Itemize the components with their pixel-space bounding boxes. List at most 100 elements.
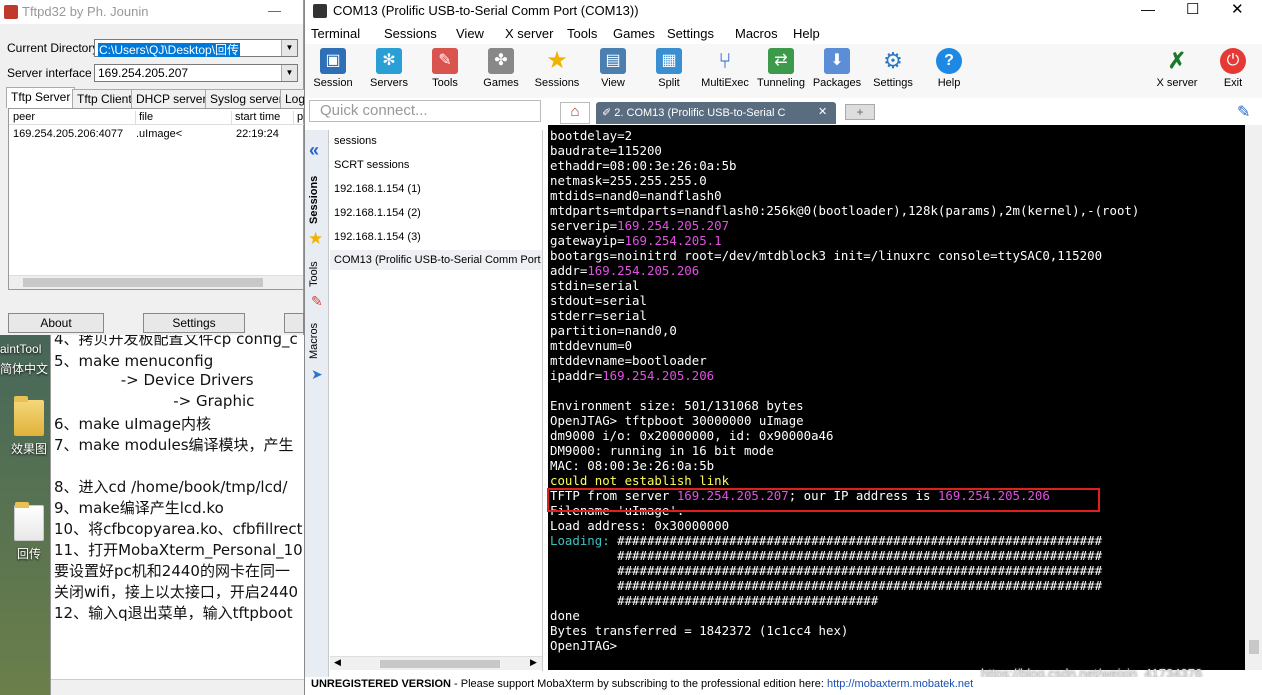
desktop-icon-huichuan[interactable]: 回传 [4,502,54,562]
session-folder-scrt[interactable]: SCRT sessions [334,159,409,171]
session-item-active[interactable]: COM13 (Prolific USB-to-Serial Comm Port … [330,250,542,270]
multiexec-icon: ⑂ [718,48,732,73]
tab-syslog-server[interactable]: Syslog server [205,89,288,108]
column-p[interactable]: p [293,111,303,125]
terminal-line: OpenJTAG> [550,638,617,653]
chevron-down-icon[interactable]: ▼ [281,65,297,81]
menu-xserver[interactable]: X server [505,26,553,41]
menu-sessions[interactable]: Sessions [384,26,437,41]
toolbar-session-button[interactable]: ▣ Session [305,48,361,89]
toolbar-servers-button[interactable]: ✻ Servers [361,48,417,89]
terminal-line: Loading: ###############################… [550,533,1102,548]
highlight-box [547,488,1100,512]
menu-macros[interactable]: Macros [735,26,778,41]
desktop-icon-label: 效果图 [10,442,47,456]
terminal-text: Environment size: 501/131068 bytes [550,398,804,413]
scroll-thumb[interactable] [1249,640,1259,654]
transfer-list: peer file start time p 169.254.205.206:4… [8,108,305,290]
scroll-thumb[interactable] [23,278,263,287]
tab-tftp-client[interactable]: Tftp Client [72,89,137,108]
table-row[interactable]: 169.254.205.206:4077 .uImage< 22:19:24 [9,128,305,142]
scroll-thumb[interactable] [380,660,500,668]
toolbar-tunneling-button[interactable]: ⇄ Tunneling [753,48,809,89]
toolbar-label: Settings [873,77,913,89]
chevron-right-icon[interactable]: ▶ [530,657,537,668]
menu-terminal[interactable]: Terminal [311,26,360,41]
chevron-left-icon[interactable]: ◀ [334,657,341,668]
terminal-line: mtdparts=mtdparts=nandflash0:256k@0(boot… [550,203,1139,218]
session-folder-sessions[interactable]: sessions [334,135,377,147]
terminal[interactable]: bootdelay=2 baudrate=115200 ethaddr=08:00:… [548,125,1245,670]
terminal-line: DM9000: running in 16 bit mode [550,443,774,458]
sessions-panel: sessions SCRT sessions 192.168.1.154 (1)… [330,130,543,671]
terminal-line: partition=nand0,0 [550,323,677,338]
maximize-button[interactable]: ☐ [1186,0,1199,18]
toolbar-label: Packages [812,77,862,89]
session-item-label: COM13 (Prolific USB-to-Serial Comm Port … [334,254,542,266]
menu-games[interactable]: Games [613,26,655,41]
terminal-text: 169.254.205.206 [587,263,700,278]
terminal-line: MAC: 08:00:3e:26:0a:5b [550,458,714,473]
current-dir-combo[interactable]: C:\Users\QJ\Desktop\回传 ▼ [94,39,298,57]
session-icon: ▣ [320,48,346,74]
settings-button[interactable]: Settings [143,313,245,333]
list-scrollbar[interactable] [9,275,303,289]
xserver-icon: ✗ [1167,48,1187,73]
attach-icon[interactable]: ✎ [1237,102,1250,122]
tab-tools[interactable]: Tools [308,258,326,290]
toolbar-multiexec-button[interactable]: ⑂ MultiExec [697,48,753,89]
sessions-scrollbar[interactable]: ◀ ▶ [330,656,542,670]
tab-com13[interactable]: ✐ 2. COM13 (Prolific USB-to-Serial C ✕ [596,102,836,124]
chevron-down-icon[interactable]: ▼ [281,40,297,56]
menu-tools[interactable]: Tools [567,26,597,41]
close-button[interactable]: ✕ [1231,0,1244,18]
minimize-button[interactable]: — [1141,1,1155,17]
toolbar-sessions-button[interactable]: ★ Sessions [529,48,585,90]
about-button[interactable]: About [8,313,104,333]
terminal-text: gatewayip= [550,233,625,248]
terminal-text: bootdelay=2 [550,128,633,143]
tab-close-icon[interactable]: ✕ [818,105,827,118]
server-if-combo[interactable]: 169.254.205.207 ▼ [94,64,298,82]
doc-horizontal-scrollbar[interactable] [51,679,310,695]
new-tab-button[interactable]: + [845,104,875,120]
menu-view[interactable]: View [456,26,484,41]
tab-tftp-server[interactable]: Tftp Server [6,87,76,108]
minimize-button[interactable]: — [268,3,281,18]
power-icon: ⏻ [1220,48,1246,74]
column-file[interactable]: file [135,111,153,125]
packages-icon: ⬇ [824,48,850,74]
menu-settings[interactable]: Settings [667,26,714,41]
session-item[interactable]: 192.168.1.154 (1) [334,183,421,195]
toolbar-packages-button[interactable]: ⬇ Packages [809,48,865,89]
session-item[interactable]: 192.168.1.154 (2) [334,207,421,219]
quick-connect-placeholder: Quick connect... [320,102,428,119]
session-item[interactable]: 192.168.1.154 (3) [334,231,421,243]
terminal-scrollbar[interactable] [1245,125,1262,670]
tab-sessions[interactable]: Sessions [308,175,326,225]
toolbar-view-button[interactable]: ▤ View [585,48,641,89]
column-peer[interactable]: peer [13,111,35,123]
toolbar-xserver-button[interactable]: ✗ X server [1149,48,1205,89]
list-header: peer file start time p [9,109,305,125]
toolbar-tools-button[interactable]: ✎ Tools [417,48,473,89]
column-start-time[interactable]: start time [231,111,280,125]
home-tab[interactable]: ⌂ [560,102,590,124]
quick-connect-input[interactable]: Quick connect... [309,100,541,122]
tab-macros[interactable]: Macros [308,320,326,362]
terminal-text: addr= [550,263,588,278]
collapse-icon[interactable]: « [309,140,319,161]
menu-help[interactable]: Help [793,26,820,41]
star-icon: ★ [308,229,324,248]
games-icon: ✤ [488,48,514,74]
toolbar-help-button[interactable]: ? Help [921,48,977,89]
toolbar-games-button[interactable]: ✤ Games [473,48,529,89]
status-link[interactable]: http://mobaxterm.mobatek.net [827,678,973,690]
toolbar-exit-button[interactable]: ⏻ Exit [1205,48,1261,89]
extra-button[interactable] [284,313,304,333]
toolbar-settings-button[interactable]: ⚙ Settings [865,48,921,89]
mobaxterm-window: COM13 (Prolific USB-to-Serial Comm Port … [304,0,1262,695]
tab-dhcp-server[interactable]: DHCP server [131,89,212,108]
desktop-icon-effect[interactable]: 效果图 [4,396,54,457]
toolbar-split-button[interactable]: ▦ Split [641,48,697,89]
